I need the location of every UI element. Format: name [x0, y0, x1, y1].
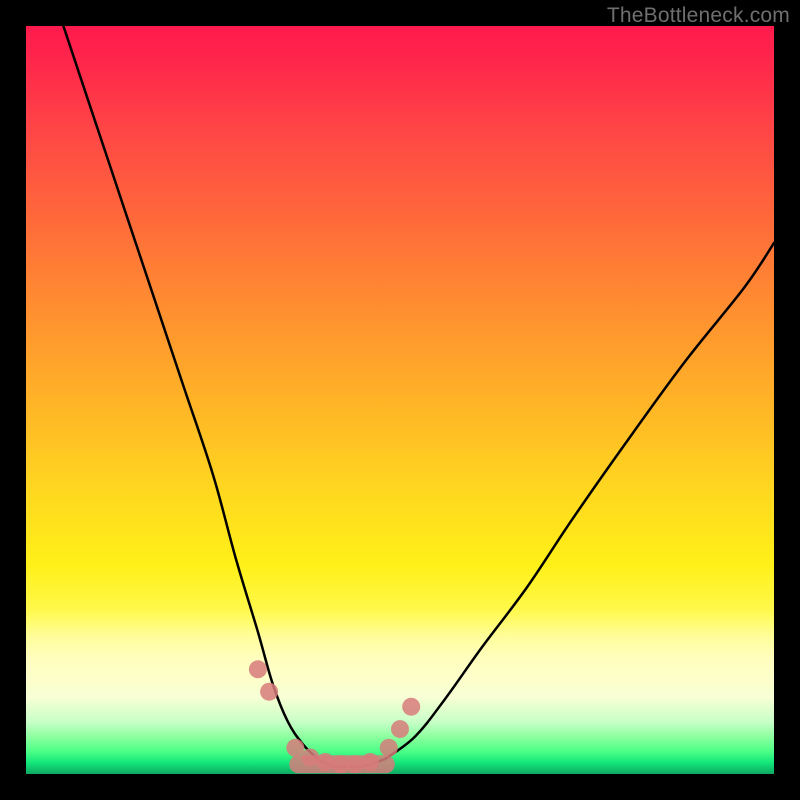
- marker-dot: [402, 698, 420, 716]
- marker-dot: [391, 720, 409, 738]
- chart-svg: [26, 26, 774, 774]
- marker-layer: [249, 660, 420, 773]
- watermark-text: TheBottleneck.com: [607, 4, 790, 28]
- plot-area: [26, 26, 774, 774]
- chart-frame: TheBottleneck.com: [0, 0, 800, 800]
- curve-layer: [63, 26, 774, 767]
- curve-right-curve: [385, 243, 774, 759]
- marker-dot: [286, 739, 304, 757]
- marker-dot: [361, 753, 379, 771]
- marker-dot: [380, 739, 398, 757]
- marker-dot: [260, 683, 278, 701]
- marker-dot: [249, 660, 267, 678]
- curve-left-curve: [63, 26, 317, 759]
